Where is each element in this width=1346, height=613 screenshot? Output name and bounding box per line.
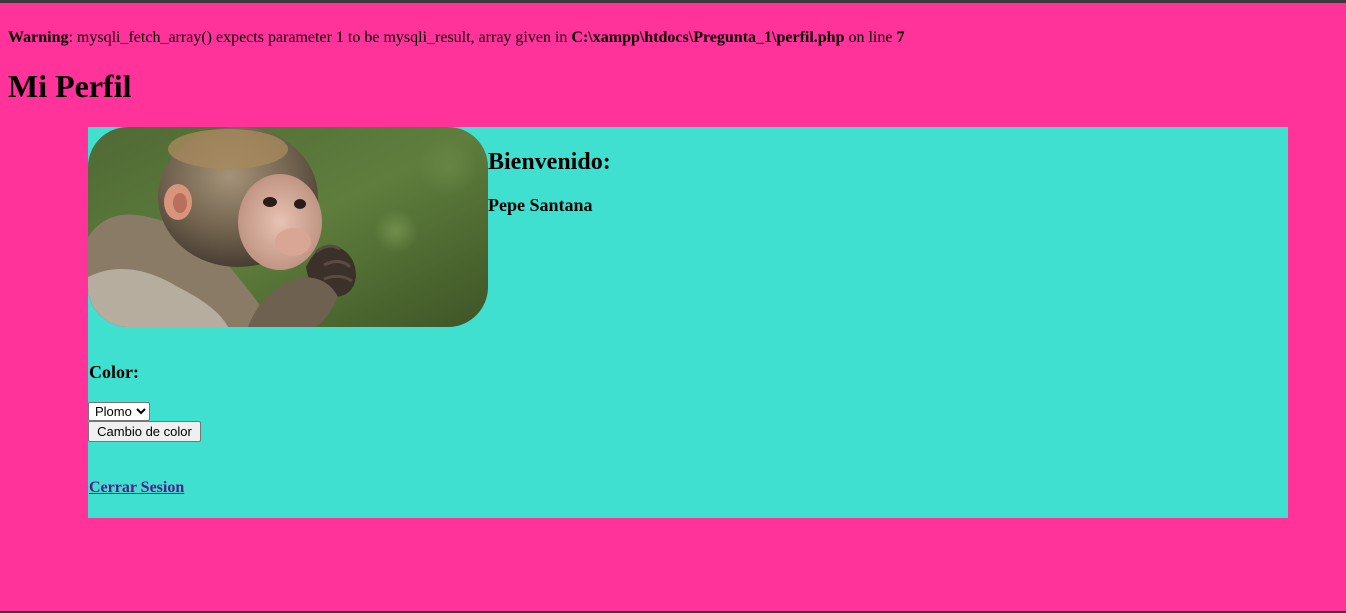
browser-top-edge [0,0,1346,3]
warning-line-number: 7 [896,29,905,46]
warning-file-path: C:\xampp\htdocs\Pregunta_1\perfil.php [571,29,845,46]
color-label: Color: [89,362,139,382]
color-select[interactable]: Plomo [88,402,150,421]
profile-card: Bienvenido: Pepe Santana Color: Plomo Ca… [88,127,1288,518]
warning-line-text: on line [844,29,897,46]
php-warning-message: Warning: mysqli_fetch_array() expects pa… [8,29,904,47]
warning-text: : mysqli_fetch_array() expects parameter… [68,29,572,46]
user-name: Pepe Santana [488,195,593,215]
logout-link[interactable]: Cerrar Sesion [89,479,184,497]
warning-label: Warning [8,29,69,46]
welcome-heading: Bienvenido: [488,149,611,175]
change-color-button[interactable]: Cambio de color [88,421,201,442]
page-title: Mi Perfil [8,68,132,104]
monkey-photo [88,127,488,327]
